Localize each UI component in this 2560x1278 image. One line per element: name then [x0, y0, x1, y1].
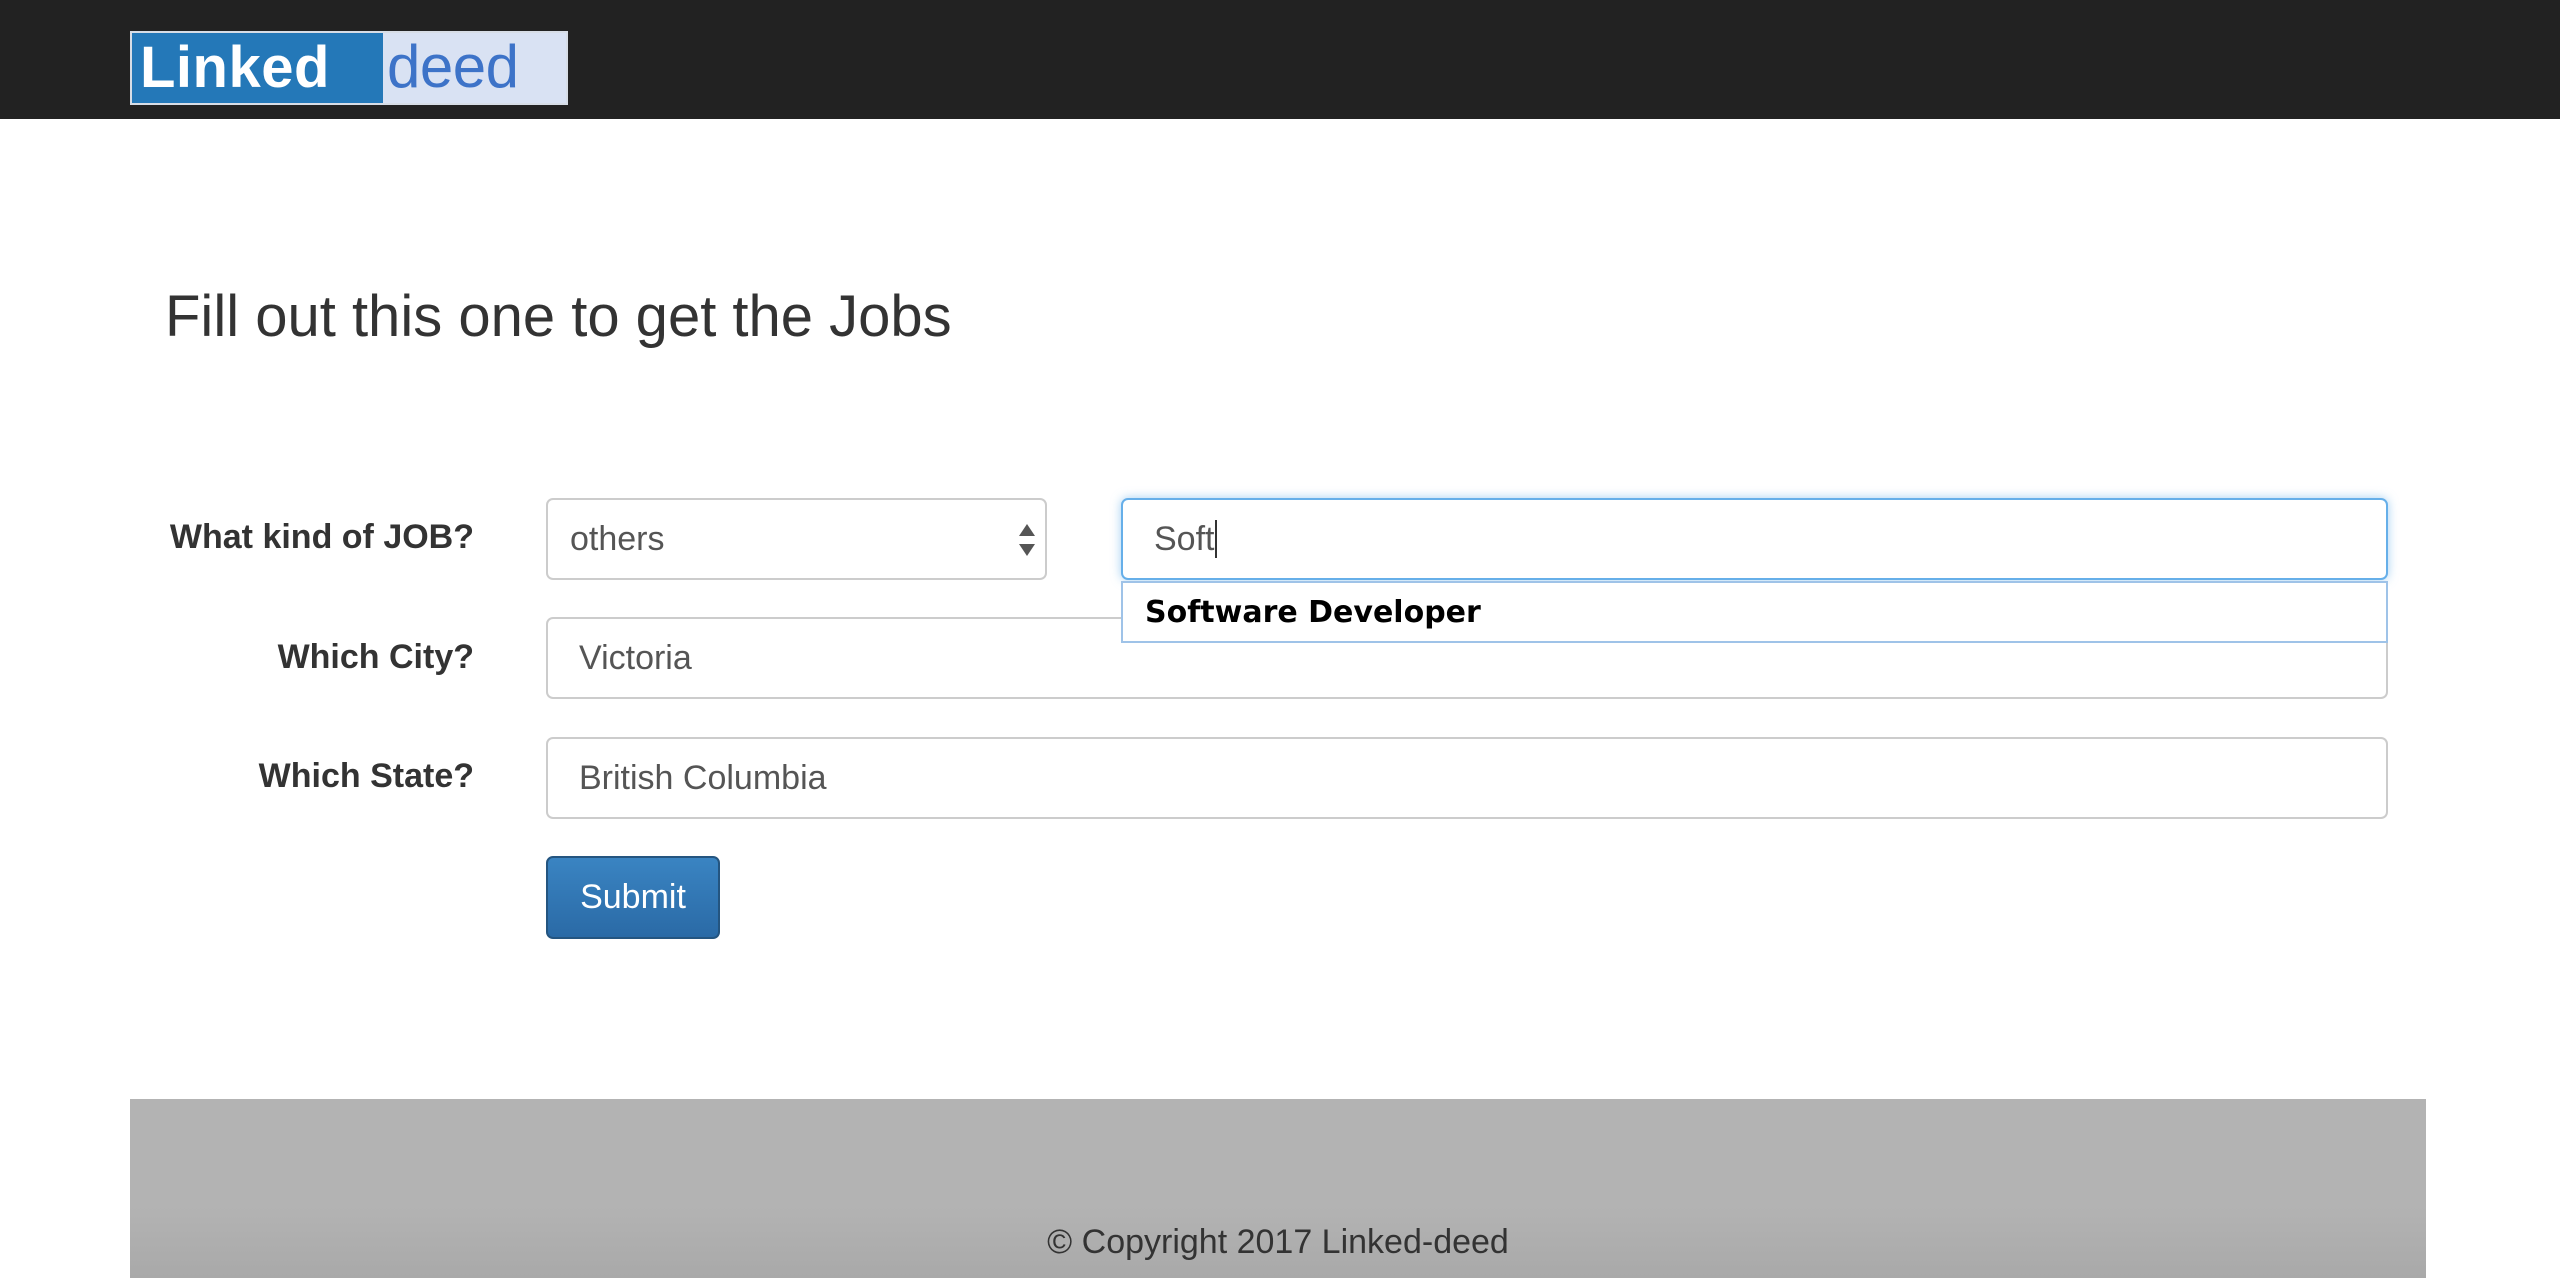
brand-logo[interactable]: Linked deed: [130, 31, 568, 105]
logo-part-deed: deed: [383, 33, 566, 103]
state-input-value: British Columbia: [579, 758, 827, 797]
footer: © Copyright 2017 Linked-deed: [130, 1099, 2426, 1278]
state-input[interactable]: British Columbia: [546, 737, 2388, 819]
select-arrows-icon: [1017, 522, 1037, 558]
submit-button[interactable]: Submit: [546, 856, 720, 939]
job-category-value: others: [570, 519, 665, 558]
city-input-value: Victoria: [579, 638, 692, 677]
top-navbar: Linked deed: [0, 0, 2560, 119]
job-title-input-value: Soft: [1154, 519, 1215, 558]
logo-part-linked: Linked: [132, 33, 383, 103]
job-kind-label: What kind of JOB?: [169, 518, 474, 556]
job-category-select[interactable]: others: [546, 498, 1047, 580]
autocomplete-suggestion[interactable]: Software Developer: [1121, 581, 2388, 643]
copyright-text: © Copyright 2017 Linked-deed: [1047, 1223, 1509, 1261]
page-title: Fill out this one to get the Jobs: [165, 284, 952, 349]
text-caret: [1215, 520, 1218, 558]
state-label: Which State?: [258, 757, 474, 795]
job-title-input[interactable]: Soft: [1121, 498, 2388, 580]
city-label: Which City?: [277, 638, 474, 676]
